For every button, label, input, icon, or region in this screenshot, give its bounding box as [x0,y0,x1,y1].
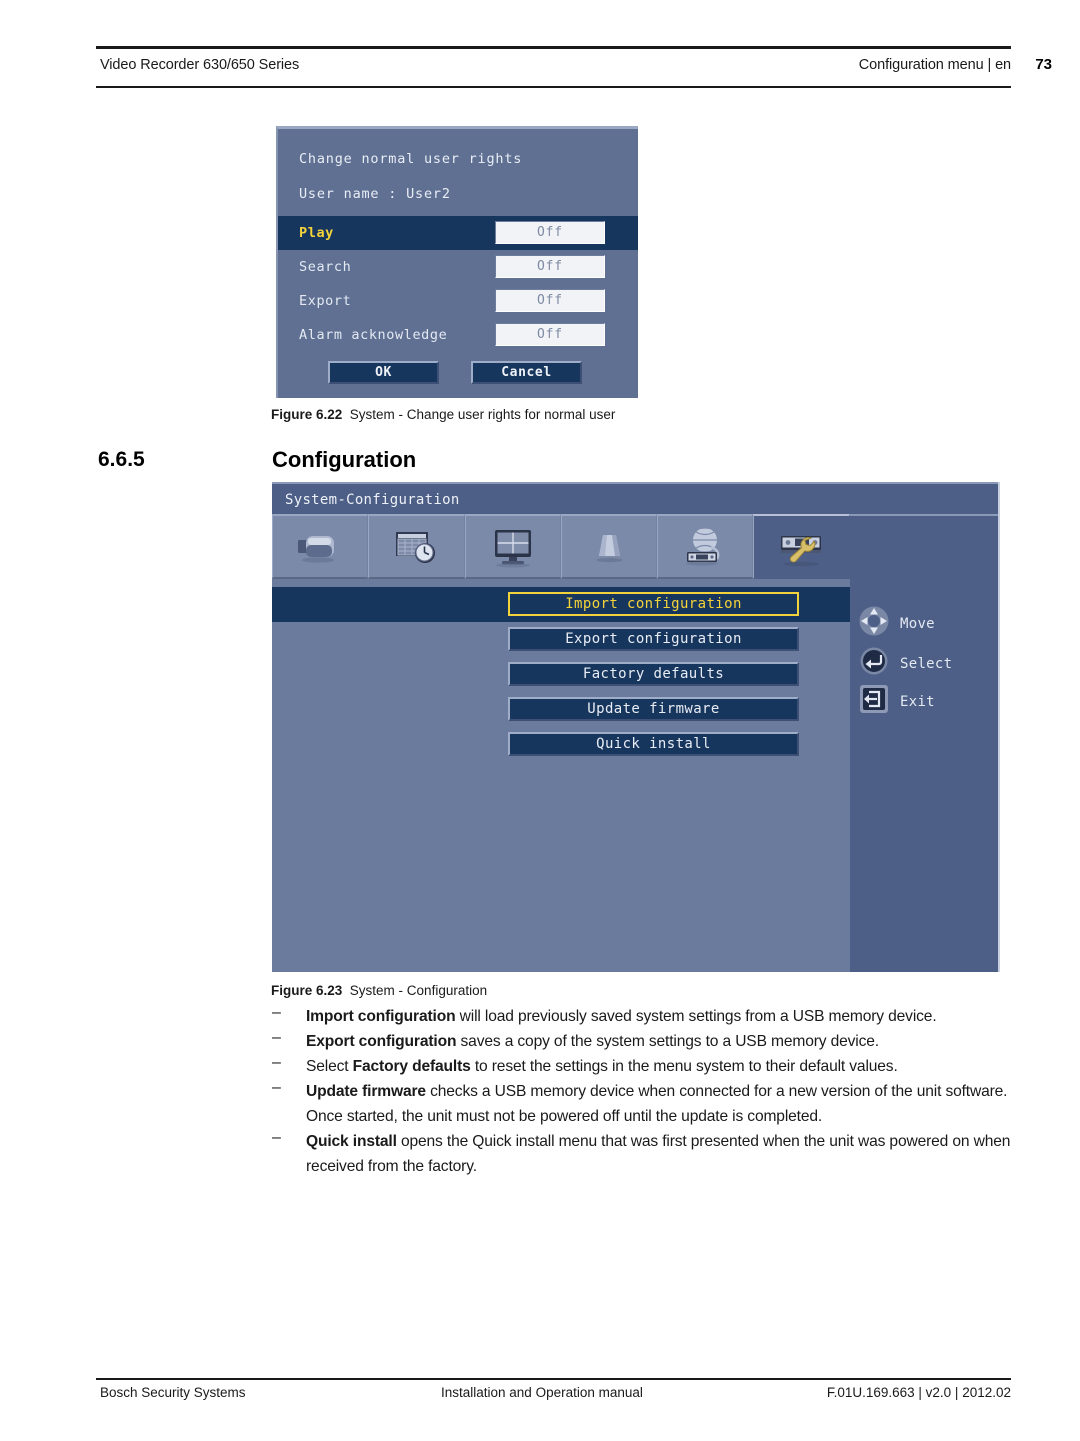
list-item-text: Quick install opens the Quick install me… [306,1133,1011,1175]
list-item: – Update firmware checks a USB memory de… [272,1079,1012,1129]
rights-row-value[interactable]: Off [495,289,605,312]
rights-row-label: Export [299,293,352,309]
rights-row-alarm-acknowledge[interactable]: Alarm acknowledge Off [278,318,638,352]
figure-623-caption: Figure 6.23 System - Configuration [271,983,487,998]
dialog-button-bar: OK Cancel [278,361,638,391]
rights-row-label: Play [299,225,334,241]
osd-tab-strip [272,514,850,579]
tab-event[interactable] [560,514,658,579]
tab-date-time[interactable] [368,514,465,579]
list-item-text: Update firmware checks a USB memory devi… [306,1083,1008,1125]
header-rule-bottom [96,86,1011,88]
menu-row-export-configuration[interactable]: Export configuration [272,622,850,657]
osd-menu-area: Import configuration Export configuratio… [272,579,850,972]
header-rule-top [96,46,1011,49]
quick-install-button[interactable]: Quick install [508,732,799,756]
bullet-dash: – [272,1029,281,1046]
enter-arrow-icon [857,644,891,683]
footer-manual-title: Installation and Operation manual [441,1385,643,1400]
menu-row-update-firmware[interactable]: Update firmware [272,692,850,727]
tab-camera[interactable] [272,514,369,579]
hint-select-label: Select [900,655,953,672]
osd-title: System-Configuration [285,492,460,508]
rights-row-value[interactable]: Off [495,255,605,278]
import-configuration-button[interactable]: Import configuration [508,592,799,616]
list-item: – Export configuration saves a copy of t… [272,1029,1012,1054]
section-number: 6.6.5 [98,448,145,471]
menu-row-factory-defaults[interactable]: Factory defaults [272,657,850,692]
dialog-username-line: User name : User2 [299,186,451,202]
hint-select: Select [857,644,952,683]
rights-row-label: Search [299,259,352,275]
rights-row-value[interactable]: Off [495,323,605,346]
figure-622-screenshot: Change normal user rights User name : Us… [276,126,638,398]
configuration-menu-list: Import configuration Export configuratio… [272,587,850,762]
dpad-icon [857,604,891,643]
rights-row-label: Alarm acknowledge [299,327,448,343]
footer-company: Bosch Security Systems [100,1385,246,1400]
dialog-title: Change normal user rights [299,151,523,167]
figure-623-caption-text: System - Configuration [349,983,488,998]
exit-arrow-icon [857,682,891,721]
header-page-number: 73 [1035,56,1052,73]
figure-623-screenshot: System-Configuration Import configuratio… [272,482,1000,972]
factory-defaults-button[interactable]: Factory defaults [508,662,799,686]
user-rights-list: Play Off Search Off Export Off Alarm ack… [278,216,638,352]
camera-icon [292,527,348,567]
hint-exit: Exit [857,682,935,721]
bullet-dash: – [272,1054,281,1071]
osd-hint-panel: Move Select Exit [850,514,998,972]
tab-network[interactable] [657,514,754,579]
monitor-icon [487,526,539,568]
footer-document-id: F.01U.169.663 | v2.0 | 2012.02 [826,1385,1011,1400]
rights-row-export[interactable]: Export Off [278,284,638,318]
figure-622-caption: Figure 6.22 System - Change user rights … [271,407,615,422]
cancel-button[interactable]: Cancel [471,361,582,384]
export-configuration-button[interactable]: Export configuration [508,627,799,651]
hint-move: Move [857,604,935,643]
layers-icon [583,526,635,568]
list-item: – Select Factory defaults to reset the s… [272,1054,1012,1079]
rights-row-play[interactable]: Play Off [278,216,638,250]
recorder-wrench-icon [773,526,831,568]
bullet-dash: – [272,1129,281,1146]
bullet-dash: – [272,1004,281,1021]
rights-row-search[interactable]: Search Off [278,250,638,284]
figure-622-caption-text: System - Change user rights for normal u… [349,407,616,422]
section-title: Configuration [272,447,417,472]
update-firmware-button[interactable]: Update firmware [508,697,799,721]
footer-rule [96,1378,1011,1380]
menu-row-import-configuration[interactable]: Import configuration [272,587,850,622]
calendar-clock-icon [388,526,444,568]
configuration-options-list: – Import configuration will load previou… [272,1004,1012,1179]
list-item-text: Select Factory defaults to reset the set… [306,1058,898,1075]
osd-title-bar: System-Configuration [272,482,998,514]
header-product-title: Video Recorder 630/650 Series [100,57,300,73]
list-item-text: Import configuration will load previousl… [306,1008,937,1025]
figure-623-caption-label: Figure 6.23 [271,983,343,998]
bullet-dash: – [272,1079,281,1096]
menu-row-quick-install[interactable]: Quick install [272,727,850,762]
list-item: – Import configuration will load previou… [272,1004,1012,1029]
tab-system[interactable] [753,514,850,579]
list-item: – Quick install opens the Quick install … [272,1129,1012,1179]
list-item-text: Export configuration saves a copy of the… [306,1033,879,1050]
hint-move-label: Move [900,615,935,632]
ok-button[interactable]: OK [328,361,439,384]
network-globe-recorder-icon [677,525,733,569]
header-chapter-label: Configuration menu | en [858,57,1011,73]
document-page: Video Recorder 630/650 Series Configurat… [0,0,1080,1441]
rights-row-value[interactable]: Off [495,221,605,244]
figure-622-caption-label: Figure 6.22 [271,407,343,422]
tab-display[interactable] [464,514,561,579]
hint-exit-label: Exit [900,693,935,710]
